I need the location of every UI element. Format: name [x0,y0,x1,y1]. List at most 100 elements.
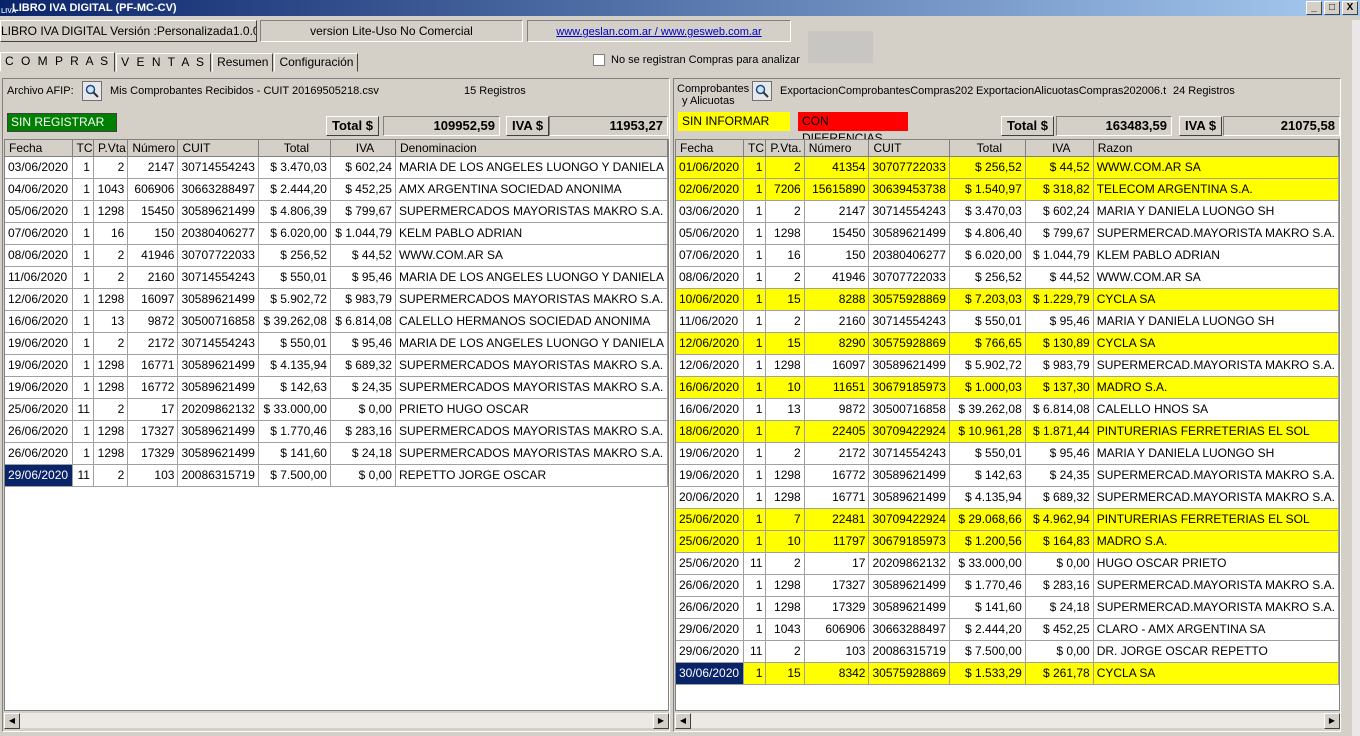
table-cell[interactable]: 08/06/2020 [676,266,745,289]
table-cell[interactable]: $ 10.961,28 [949,420,1026,443]
table-cell[interactable]: 05/06/2020 [5,200,73,223]
table-cell[interactable]: $ 39.262,08 [949,398,1026,421]
table-cell[interactable]: 2 [765,640,805,663]
column-header[interactable]: TC [743,140,767,157]
table-cell[interactable]: SUPERMERCADOS MAYORISTAS MAKRO S.A. [395,376,668,399]
table-cell[interactable]: $ 141,60 [949,596,1026,619]
table-cell[interactable]: 17 [804,552,870,575]
table-cell[interactable]: $ 602,24 [1025,200,1094,223]
table-cell[interactable]: 1298 [765,596,805,619]
table-cell[interactable]: $ 4.962,94 [1025,508,1094,531]
table-row[interactable]: 25/06/2020 1 7 22481 30709422924 $ 29.068,66 $… [676,508,1339,531]
table-row[interactable]: 10/06/2020 1 15 8288 30575928869 $ 7.203,03 $ … [676,288,1339,311]
table-cell[interactable]: 20209862132 [177,398,259,421]
column-header[interactable]: Denominacion [395,140,668,157]
table-cell[interactable]: $ 283,16 [1025,574,1094,597]
table-cell[interactable]: $ 3.470,03 [258,156,331,179]
table-cell[interactable]: 2 [93,156,129,179]
table-cell[interactable]: $ 6.020,00 [258,222,331,245]
column-header[interactable]: Fecha [5,140,73,157]
table-cell[interactable]: 9872 [804,398,870,421]
table-cell[interactable]: SUPERMERCADOS MAYORISTAS MAKRO S.A. [395,288,668,311]
table-cell[interactable]: $ 983,79 [1025,354,1094,377]
afip-browse-button[interactable] [82,81,102,101]
table-cell[interactable]: 30679185973 [868,530,950,553]
table-cell[interactable]: 1 [743,178,767,201]
table-cell[interactable]: $ 1.770,46 [258,420,331,443]
table-cell[interactable]: 03/06/2020 [5,156,73,179]
table-cell[interactable]: CLARO - AMX ARGENTINA SA [1093,618,1339,641]
table-cell[interactable]: $ 24,35 [1025,464,1094,487]
table-cell[interactable]: 20209862132 [868,552,950,575]
table-cell[interactable]: 1 [743,530,767,553]
table-cell[interactable]: 25/06/2020 [676,508,745,531]
table-cell[interactable]: $ 33.000,00 [258,398,331,421]
table-cell[interactable]: $ 24,18 [330,442,396,465]
table-row[interactable]: 25/06/2020 11 2 17 20209862132 $ 33.000,00 $ 0… [5,398,668,421]
table-cell[interactable]: 30709422924 [868,420,950,443]
table-cell[interactable]: 1 [72,288,94,311]
table-cell[interactable]: SUPERMERCADOS MAYORISTAS MAKRO S.A. [395,420,668,443]
table-cell[interactable]: 1 [743,200,767,223]
no-compras-checkbox-row[interactable]: No se registran Compras para analizar [593,54,800,66]
table-cell[interactable]: 30714554243 [177,332,259,355]
column-header[interactable]: Total [258,140,331,157]
tab-resumen[interactable]: Resumen [212,53,274,72]
table-cell[interactable]: $ 44,52 [330,244,396,267]
table-cell[interactable]: $ 283,16 [330,420,396,443]
table-cell[interactable]: MARIA Y DANIELA LUONGO SH [1093,310,1339,333]
table-cell[interactable]: PINTURERIAS FERRETERIAS EL SOL [1093,508,1339,531]
table-cell[interactable]: 1 [72,376,94,399]
table-cell[interactable]: 11 [72,464,94,487]
table-cell[interactable]: SUPERMERCAD.MAYORISTA MAKRO S.A. [1093,574,1339,597]
table-cell[interactable]: 41946 [127,244,179,267]
table-cell[interactable]: 1298 [93,442,129,465]
table-cell[interactable]: $ 6.814,08 [1025,398,1094,421]
table-cell[interactable]: 2 [765,266,805,289]
table-cell[interactable]: 1 [72,354,94,377]
table-cell[interactable]: 606906 [804,618,870,641]
website-links[interactable]: www.geslan.com.ar / www.gesweb.com.ar [527,20,791,42]
website-link[interactable]: www.geslan.com.ar / www.gesweb.com.ar [556,26,761,38]
table-cell[interactable]: 2 [93,332,129,355]
table-cell[interactable]: PINTURERIAS FERRETERIAS EL SOL [1093,420,1339,443]
table-cell[interactable]: SUPERMERCAD.MAYORISTA MAKRO S.A. [1093,354,1339,377]
table-cell[interactable]: 30589621499 [868,596,950,619]
table-cell[interactable]: $ 689,32 [330,354,396,377]
table-cell[interactable]: 26/06/2020 [5,442,73,465]
maximize-button[interactable]: □ [1324,1,1340,15]
table-cell[interactable]: 16097 [804,354,870,377]
table-cell[interactable]: SUPERMERCAD.MAYORISTA MAKRO S.A. [1093,596,1339,619]
table-cell[interactable]: 8290 [804,332,870,355]
table-cell[interactable]: 41354 [804,156,870,179]
table-cell[interactable]: $ 95,46 [1025,442,1094,465]
table-cell[interactable]: SUPERMERCAD.MAYORISTA MAKRO S.A. [1093,464,1339,487]
table-cell[interactable]: 01/06/2020 [676,156,745,179]
table-cell[interactable]: 12/06/2020 [676,354,745,377]
table-row[interactable]: 16/06/2020 1 10 11651 30679185973 $ 1.000,03 $… [676,376,1339,399]
table-cell[interactable]: 17329 [804,596,870,619]
table-cell[interactable]: 30714554243 [868,442,950,465]
table-cell[interactable]: 1 [72,420,94,443]
table-cell[interactable]: HUGO OSCAR PRIETO [1093,552,1339,575]
table-cell[interactable]: 1 [743,442,767,465]
table-cell[interactable]: $ 0,00 [1025,640,1094,663]
table-cell[interactable]: $ 44,52 [1025,266,1094,289]
table-cell[interactable]: 11 [72,398,94,421]
table-cell[interactable]: KELM PABLO ADRIAN [395,222,668,245]
table-cell[interactable]: $ 2.444,20 [258,178,331,201]
column-header[interactable]: Razon [1093,140,1339,157]
table-cell[interactable]: $ 95,46 [1025,310,1094,333]
table-cell[interactable]: 30679185973 [868,376,950,399]
table-cell[interactable]: $ 799,67 [330,200,396,223]
table-cell[interactable]: MARIA DE LOS ANGELES LUONGO Y DANIELA [395,266,668,289]
table-cell[interactable]: MARIA Y DANIELA LUONGO SH [1093,442,1339,465]
table-cell[interactable]: $ 0,00 [330,398,396,421]
table-cell[interactable]: 30714554243 [177,266,259,289]
table-cell[interactable]: SUPERMERCAD.MAYORISTA MAKRO S.A. [1093,486,1339,509]
comprobantes-grid[interactable]: Fecha TC P.Vta. Número CUIT Total IVA Razon 01/… [675,139,1340,711]
table-row[interactable]: 11/06/2020 1 2 2160 30714554243 $ 550,01 $ 95,… [5,266,668,289]
table-cell[interactable]: 17 [127,398,179,421]
table-cell[interactable]: WWW.COM.AR SA [395,244,668,267]
table-row[interactable]: 29/06/2020 1 1043 606906 30663288497 $ 2.444,… [676,618,1339,641]
